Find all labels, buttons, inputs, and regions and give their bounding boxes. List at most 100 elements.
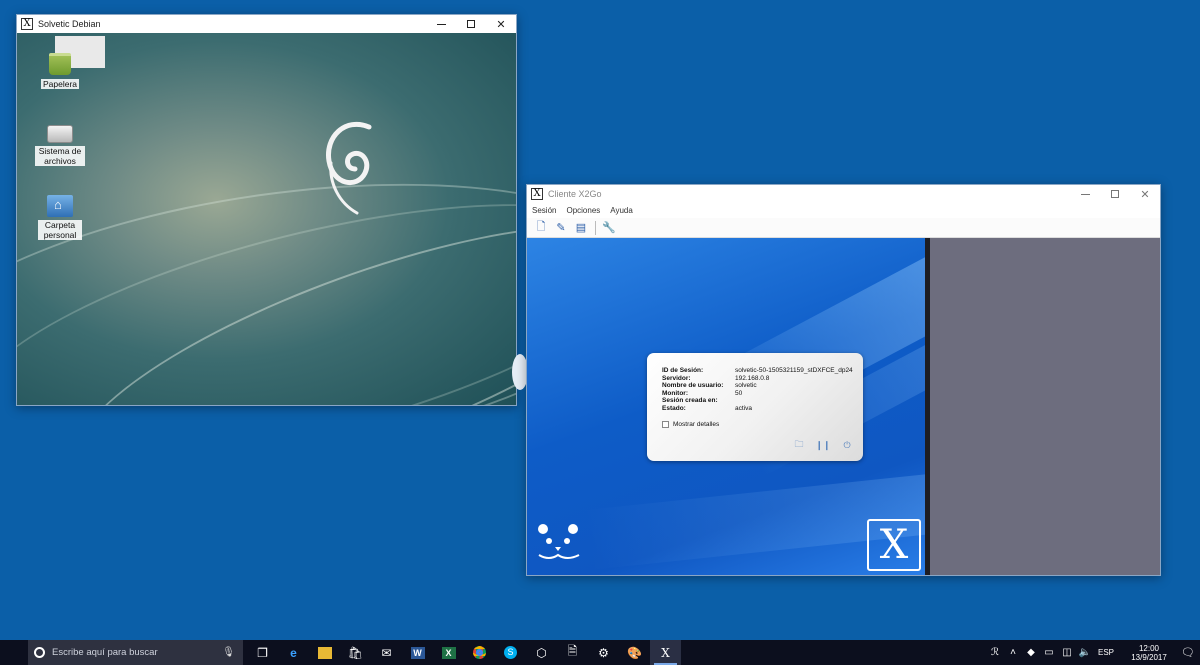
new-session-icon: 🗋 <box>536 221 546 233</box>
volume-icon[interactable]: 🔈 <box>1076 647 1094 658</box>
pause-icon: ❙❙ <box>815 439 831 450</box>
menu-bar: Sesión Opciones Ayuda <box>527 203 1160 218</box>
taskbar-skype[interactable]: S <box>495 640 526 665</box>
dropbox-icon[interactable]: ◆ <box>1022 647 1040 658</box>
session-list-button[interactable]: ▤ <box>573 220 589 236</box>
desktop-icon-label: Carpeta personal <box>38 220 82 240</box>
session-info-key: Sesión creada en: <box>662 397 718 404</box>
drive-icon[interactable]: ▭ <box>1040 647 1058 658</box>
taskbar-mail[interactable]: ✉ <box>371 640 402 665</box>
session-info-key: Estado: <box>662 404 686 412</box>
close-button[interactable]: ✕ <box>486 15 516 33</box>
session-info-row: Servidor: 192.168.0.8 <box>662 375 853 383</box>
system-tray: ℛ ˄ ◆ ▭ ◫ 🔈 ESP 12:00 13/9/2017 🗨 <box>986 640 1200 665</box>
session-info-row: ID de Sesión: solvetic-50-1505321159_stDX… <box>662 367 853 375</box>
cube-icon: ⬡ <box>536 645 547 660</box>
edit-session-button[interactable]: ✎ <box>553 220 569 236</box>
menu-ayuda[interactable]: Ayuda <box>610 206 633 215</box>
show-details-label: Mostrar detalles <box>673 421 720 428</box>
clock[interactable]: 12:00 13/9/2017 <box>1122 644 1176 662</box>
desktop-icon-carpeta-personal[interactable]: Carpeta personal <box>30 195 90 241</box>
session-info-row: Nombre de usuario: solvetic <box>662 382 853 390</box>
debian-titlebar[interactable]: X Solvetic Debian ✕ <box>17 15 516 33</box>
debian-desktop[interactable]: Papelera Sistema de archivos Carpeta per… <box>17 33 516 405</box>
input-language[interactable]: ESP <box>1098 648 1114 657</box>
x2go-titlebar[interactable]: X Cliente X2Go ✕ <box>527 185 1160 203</box>
taskbar-x2go[interactable]: X <box>650 640 681 665</box>
taskbar-apps: ❐ e 🛍 ✉ W X S ⬡ 🗎 ⚙ 🎨 X <box>247 640 681 665</box>
action-center-icon[interactable]: 🗨 <box>1176 646 1200 659</box>
debian-window[interactable]: X Solvetic Debian ✕ Papelera Sistema de … <box>16 14 517 406</box>
power-icon: ⏻ <box>843 439 851 450</box>
terminate-session-button[interactable]: ⏻ <box>841 439 853 451</box>
session-info-key: Monitor: <box>662 389 688 397</box>
desktop-icon-label: Sistema de archivos <box>35 146 85 166</box>
desktop-icon-papelera[interactable]: Papelera <box>30 53 90 90</box>
x2go-window-title: Cliente X2Go <box>548 189 602 199</box>
minimize-icon <box>1080 193 1090 195</box>
x2go-app-icon: X <box>21 18 33 30</box>
session-info-table: ID de Sesión: solvetic-50-1505321159_stDX… <box>662 367 853 412</box>
x2go-session-area: ID de Sesión: solvetic-50-1505321159_stDX… <box>527 238 1160 575</box>
desktop-icon-label: Papelera <box>40 79 80 89</box>
trash-icon <box>49 53 71 75</box>
minimize-button[interactable] <box>426 15 456 33</box>
mail-icon: ✉ <box>381 645 392 660</box>
taskbar-store[interactable]: 🛍 <box>340 640 371 665</box>
x2go-client-window[interactable]: X Cliente X2Go ✕ Sesión Opciones Ayuda 🗋… <box>526 184 1161 576</box>
session-info-value: 192.168.0.8 <box>735 374 770 382</box>
paint-icon: 🎨 <box>627 645 642 660</box>
settings-button[interactable]: 🔧 <box>601 220 617 236</box>
show-details-checkbox[interactable] <box>662 421 669 428</box>
people-icon[interactable]: ℛ <box>986 647 1004 658</box>
x2go-logo-icon: X <box>867 519 921 571</box>
menu-sesion[interactable]: Sesión <box>532 206 556 215</box>
search-box[interactable]: Escribe aquí para buscar 🎙 <box>28 640 243 665</box>
menu-opciones[interactable]: Opciones <box>566 206 600 215</box>
new-session-button[interactable]: 🗋 <box>533 220 549 236</box>
desktop-icon-sistema-de-archivos[interactable]: Sistema de archivos <box>30 125 90 167</box>
session-info-value: solvetic <box>735 382 757 389</box>
taskbar-paint[interactable]: 🎨 <box>619 640 650 665</box>
close-button[interactable]: ✕ <box>1130 185 1160 203</box>
taskbar-file-explorer[interactable] <box>309 640 340 665</box>
close-icon: ✕ <box>1140 188 1150 201</box>
microphone-icon[interactable]: 🎙 <box>222 647 235 658</box>
session-info-value: solvetic-50-1505321159_stDXFCE_dp24 <box>735 367 853 374</box>
start-button[interactable] <box>0 640 30 665</box>
session-list-icon: ▤ <box>575 222 587 234</box>
network-icon[interactable]: ◫ <box>1058 647 1076 658</box>
maximize-button[interactable] <box>1100 185 1130 203</box>
session-info-key: Servidor: <box>662 374 691 382</box>
session-card[interactable]: ID de Sesión: solvetic-50-1505321159_stDX… <box>647 353 863 461</box>
show-details-row[interactable]: Mostrar detalles <box>662 421 719 428</box>
taskbar-chrome[interactable] <box>464 640 495 665</box>
suspend-session-button[interactable]: ❙❙ <box>815 439 831 451</box>
session-info-row: Monitor: 50 <box>662 390 853 398</box>
taskbar-edge[interactable]: e <box>278 640 309 665</box>
taskbar-settings[interactable]: ⚙ <box>588 640 619 665</box>
wrench-icon: 🔧 <box>602 222 616 234</box>
maximize-button[interactable] <box>456 15 486 33</box>
maximize-icon <box>1111 190 1119 198</box>
taskbar: Escribe aquí para buscar 🎙 ❐ e 🛍 ✉ W X S… <box>0 640 1200 665</box>
taskbar-excel[interactable]: X <box>433 640 464 665</box>
skype-icon: S <box>504 646 517 659</box>
minimize-button[interactable] <box>1070 185 1100 203</box>
taskbar-virtualbox[interactable]: ⬡ <box>526 640 557 665</box>
word-icon: W <box>410 646 425 659</box>
session-info-row: Estado: activa <box>662 405 853 413</box>
shared-folder-button[interactable]: 🗀 <box>793 439 805 451</box>
taskbar-app[interactable]: 🗎 <box>557 640 588 665</box>
task-view-button[interactable]: ❐ <box>247 640 278 665</box>
clock-time: 12:00 <box>1138 643 1160 653</box>
taskbar-word[interactable]: W <box>402 640 433 665</box>
session-info-key: ID de Sesión: <box>662 367 704 374</box>
chevron-up-icon[interactable]: ˄ <box>1004 647 1022 658</box>
home-folder-icon <box>47 195 73 217</box>
session-info-value: activa <box>735 404 752 412</box>
debian-swirl-logo <box>326 121 372 215</box>
panel-divider <box>925 238 930 575</box>
session-info-value <box>735 397 853 405</box>
session-info-key: Nombre de usuario: <box>662 382 724 389</box>
